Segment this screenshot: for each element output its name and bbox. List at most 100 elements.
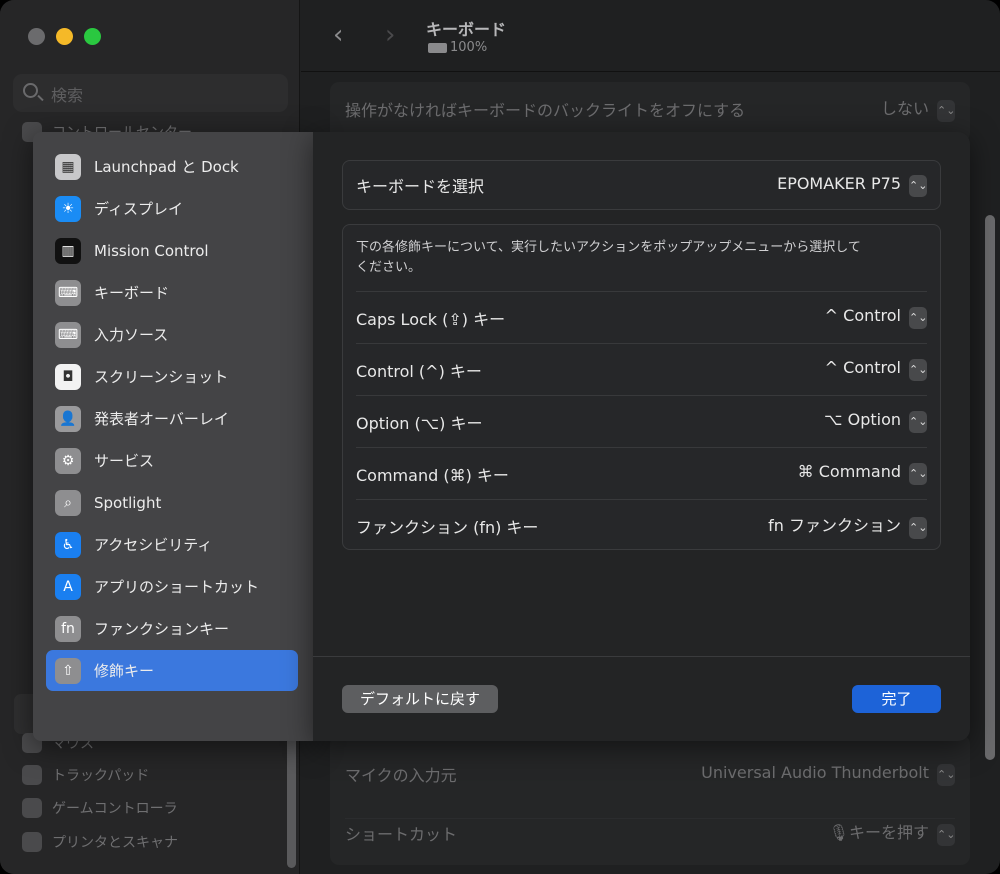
search-icon [23,83,38,98]
close-button[interactable] [28,28,45,45]
menu-item[interactable]: 👤 発表者オーバーレイ [46,398,298,439]
done-button[interactable]: 完了 [852,685,941,713]
modifier-value: fn ファンクション [768,516,901,535]
menu-item-label: サービス [94,452,155,470]
modifier-popup[interactable]: ⌥ Option ⌃⌄ [824,410,927,433]
mic-popup[interactable]: Universal Audio Thunderbolt ⌃⌄ [701,763,955,786]
modifier-row: Control (^) キー ^ Control ⌃⌄ [356,343,927,395]
menu-item[interactable]: ⌕ Spotlight [46,482,298,523]
modifier-value: ^ Control [824,358,901,377]
screenshot-icon: ◘ [55,363,81,390]
modifier-label: Control (^) キー [356,361,482,381]
gears-icon: ⚙ [55,447,81,474]
menu-item[interactable]: A アプリのショートカット [46,566,298,607]
menu-item[interactable]: ⌨ 入力ソース [46,314,298,355]
modifier-popup[interactable]: ^ Control ⌃⌄ [825,358,927,381]
shortcut-popup[interactable]: 🎙キーを押す ⌃⌄ [829,819,955,846]
modifier-keys-sheet: キーボードを選択 EPOMAKER P75 ⌃⌄ 下の各修飾キーについて、実行したい… [313,132,970,741]
stepper-icon: ⌃⌄ [909,411,927,433]
backlight-value: しない [880,99,929,118]
magnifier-icon: ⌕ [55,489,81,516]
restore-defaults-button[interactable]: デフォルトに戻す [342,685,498,713]
menu-item-label: Launchpad と Dock [94,158,239,176]
mic-source-row: マイクの入力元 Universal Audio Thunderbolt ⌃⌄ [345,762,955,786]
modifier-value: ⌘ Command [797,462,901,481]
menu-item-label: キーボード [94,284,170,302]
shortcut-label: ショートカット [345,824,458,844]
menu-item[interactable]: ⇧ 修飾キー [46,650,298,691]
launchpad-icon: ▦ [55,153,81,180]
modifier-row: Caps Lock (⇪) キー ^ Control ⌃⌄ [356,291,927,343]
person-icon: 👤 [55,405,81,432]
fn-icon: fn [55,615,81,642]
printer-icon [22,832,42,852]
microphone-icon: 🎙 [828,823,849,842]
menu-item[interactable]: ▥ Mission Control [46,230,298,271]
menu-item[interactable]: ◘ スクリーンショット [46,356,298,397]
menu-item-label: 発表者オーバーレイ [94,410,229,428]
dictation-card: マイクの入力元 Universal Audio Thunderbolt ⌃⌄ ショー… [330,735,970,865]
menu-item-label: アクセシビリティ [94,536,213,554]
menu-item-label: Mission Control [94,241,209,260]
sidebar-item-game-controller[interactable]: ゲームコントローラ [22,797,178,819]
menu-item[interactable]: ☀ ディスプレイ [46,188,298,229]
shortcut-value: キーを押す [848,823,929,842]
sun-icon: ☀ [55,195,81,222]
modifier-popup[interactable]: ^ Control ⌃⌄ [825,306,927,329]
keyboard-select-box: キーボードを選択 EPOMAKER P75 ⌃⌄ [342,160,941,210]
sidebar-item-trackpad[interactable]: トラックパッド [22,764,149,786]
modifier-row: ファンクション (fn) キー fn ファンクション ⌃⌄ [356,499,927,551]
search-placeholder: 検索 [51,86,84,105]
backlight-popup[interactable]: しない ⌃⌄ [881,95,955,122]
modifier-label: Option (⌥) キー [356,413,483,433]
sidebar-item-printers[interactable]: プリンタとスキャナ [22,831,178,853]
modifier-row: Command (⌘) キー ⌘ Command ⌃⌄ [356,447,927,499]
keyboard-select-label: キーボードを選択 [356,177,485,196]
sidebar-item-label: トラックパッド [52,768,150,784]
description: 下の各修飾キーについて、実行したいアクションをポップアップメニューから選択してく… [356,240,861,275]
page-title: キーボード [426,20,507,39]
menu-item-label: アプリのショートカット [94,578,260,596]
menu-item-label: ファンクションキー [94,620,230,638]
modifier-popup[interactable]: fn ファンクション ⌃⌄ [768,512,927,539]
modifier-popup[interactable]: ⌘ Command ⌃⌄ [798,462,927,485]
stepper-icon: ⌃⌄ [909,359,927,381]
battery-status: 100% [428,40,487,55]
modifier-label: Command (⌘) キー [356,465,509,485]
mic-value: Universal Audio Thunderbolt [701,762,929,782]
stepper-icon: ⌃⌄ [909,174,927,197]
shortcut-row: ショートカット 🎙キーを押す ⌃⌄ [345,818,955,846]
zoom-button[interactable] [84,28,101,45]
minimize-button[interactable] [56,28,73,45]
game-controller-icon [22,798,42,818]
menu-item[interactable]: ⚙ サービス [46,440,298,481]
menu-item-label: 修飾キー [94,662,155,680]
modifier-keys-box: 下の各修飾キーについて、実行したいアクションをポップアップメニューから選択してく… [342,224,941,550]
backlight-row: 操作がなければキーボードのバックライトをオフにする しない ⌃⌄ [345,95,955,122]
keyboard-select-row: キーボードを選択 EPOMAKER P75 ⌃⌄ [356,160,927,210]
forward-button[interactable]: › [385,20,395,50]
main-scrollbar[interactable] [985,215,995,760]
stepper-icon: ⌃⌄ [937,824,955,846]
stepper-icon: ⌃⌄ [937,763,955,786]
keyboard-select-value: EPOMAKER P75 [777,173,901,193]
modifier-sidebar-menu: ▦ Launchpad と Dock ☀ ディスプレイ ▥ Mission Control… [33,132,313,741]
menu-item[interactable]: ⌨ キーボード [46,272,298,313]
menu-item[interactable]: ♿ アクセシビリティ [46,524,298,565]
divider [313,656,970,657]
back-button[interactable]: ‹ [333,20,343,50]
backlight-label: 操作がなければキーボードのバックライトをオフにする [345,100,746,120]
stepper-icon: ⌃⌄ [909,307,927,329]
stepper-icon: ⌃⌄ [937,100,955,122]
menu-item[interactable]: fn ファンクションキー [46,608,298,649]
keyboard-icon: ⌨ [55,279,81,306]
keyboard-icon: ⌨ [55,321,81,348]
modifier-row: Option (⌥) キー ⌥ Option ⌃⌄ [356,395,927,447]
keyboard-select-popup[interactable]: EPOMAKER P75 ⌃⌄ [777,174,927,197]
sidebar-item-label: ゲームコントローラ [52,801,178,817]
modifier-value: ⌥ Option [824,410,901,429]
search-input[interactable]: 検索 [13,74,288,112]
modifier-arrow-icon: ⇧ [55,657,81,684]
menu-item[interactable]: ▦ Launchpad と Dock [46,146,298,187]
modifier-value: ^ Control [824,306,901,325]
